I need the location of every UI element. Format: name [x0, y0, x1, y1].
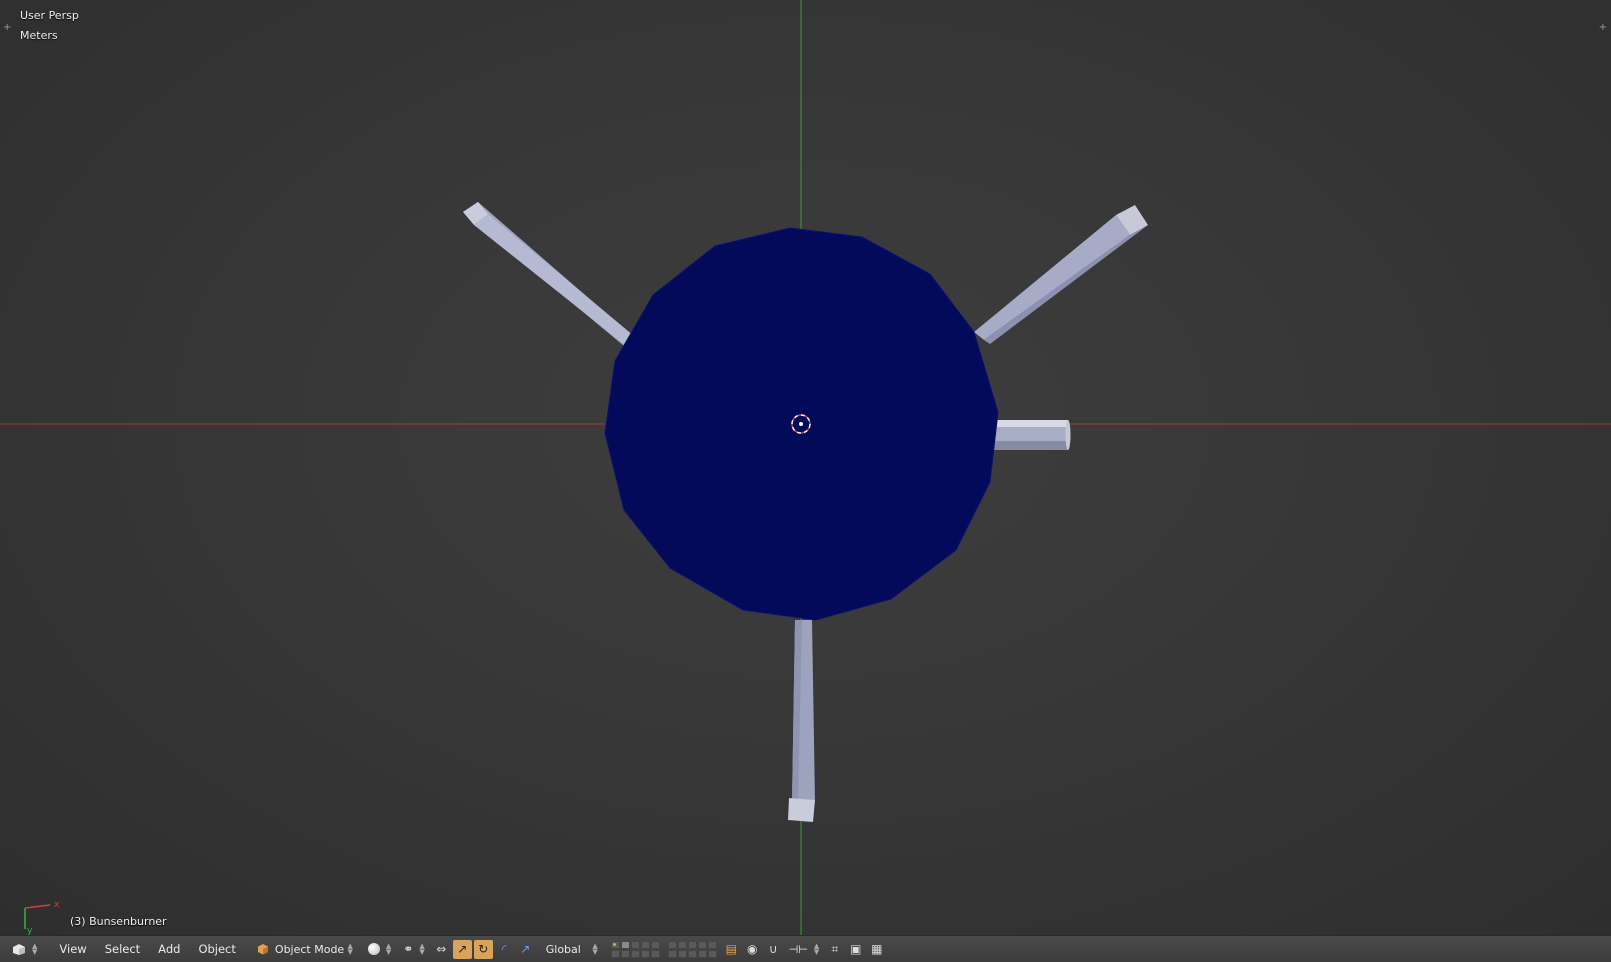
units-label: Meters — [20, 29, 58, 42]
viewport-header: ▲ ▼ View Select Add Object Object Mode ▲ ▼… — [0, 935, 1611, 962]
render-opengl-still-button[interactable]: ▣ — [846, 940, 865, 959]
snap-toggle-button[interactable]: ∪ — [764, 940, 783, 959]
proportional-edit-button[interactable]: ◉ — [743, 940, 762, 959]
object-cube-icon — [257, 944, 268, 955]
region-split-icon[interactable]: + — [3, 22, 11, 33]
menu-object[interactable]: Object — [189, 939, 244, 959]
region-split-icon[interactable]: + — [1599, 22, 1607, 33]
chevron-updown-icon: ▲ ▼ — [813, 942, 820, 956]
rotate-arc-icon: ↻ — [478, 942, 489, 956]
chevron-updown-icon: ▲ ▼ — [385, 942, 392, 956]
layers-group-1[interactable] — [610, 940, 660, 958]
camera-icon: ▣ — [850, 942, 862, 956]
clapperboard-icon: ▦ — [871, 942, 883, 956]
layers-group-2[interactable] — [667, 940, 717, 958]
mode-selector[interactable]: Object Mode ▲ ▼ — [251, 939, 359, 959]
scale-arrow-icon: ↗ — [520, 942, 531, 956]
scale-manipulator-button[interactable]: ◜ — [495, 940, 514, 959]
scene-canvas[interactable]: x y — [0, 0, 1611, 935]
axis-gizmo-x-label: x — [54, 900, 60, 910]
magnet-icon: ∪ — [768, 942, 778, 956]
pivot-point-icon: ⚭ — [403, 942, 414, 956]
layer-lock-button[interactable]: ▤ — [722, 940, 741, 959]
snap-target-icon: ⌗ — [831, 941, 839, 956]
chevron-updown-icon: ▲ ▼ — [347, 942, 353, 956]
solid-shading-icon — [367, 943, 380, 955]
translate-arrow-icon: ↗ — [457, 942, 468, 956]
layer-lock-icon: ▤ — [725, 942, 737, 956]
snap-increment-icon: ⊣⊢ — [788, 942, 808, 956]
leg-right — [990, 420, 1071, 450]
render-opengl-animation-button[interactable]: ▦ — [867, 940, 886, 959]
proportional-edit-icon: ◉ — [747, 942, 758, 956]
menu-add[interactable]: Add — [149, 939, 189, 959]
translate-manipulator-button[interactable]: ↗ — [452, 939, 472, 959]
menu-select[interactable]: Select — [96, 939, 149, 959]
chevron-updown-icon: ▲ ▼ — [419, 942, 425, 956]
viewport-shading-selector[interactable]: ▲ ▼ — [365, 939, 394, 959]
chevron-updown-icon: ▲ ▼ — [32, 942, 38, 956]
leg-top-left — [463, 202, 634, 346]
transform-orientation-label: Global — [545, 942, 581, 956]
3d-viewport[interactable]: x y User Persp Meters (3) Bunsenburner +… — [0, 0, 1611, 935]
snap-target-button[interactable]: ⌗ — [825, 940, 844, 959]
view-name-label: User Persp — [20, 9, 79, 22]
3d-view-icon — [13, 943, 25, 955]
pivot-point-selector[interactable]: ⚭ ▲ ▼ — [400, 939, 427, 959]
axis-gizmo: x y — [24, 900, 60, 935]
transform-orientation-selector[interactable]: Global ▲ ▼ — [540, 939, 604, 959]
scale-arc-icon: ◜ — [501, 942, 507, 956]
rotate-manipulator-button[interactable]: ↻ — [473, 939, 493, 959]
active-object-label: (3) Bunsenburner — [70, 915, 167, 928]
menu-view[interactable]: View — [50, 939, 95, 959]
scale-arrow-button[interactable]: ↗ — [516, 940, 535, 959]
editor-type-selector[interactable]: ▲ ▼ — [8, 939, 41, 959]
snap-element-selector[interactable]: ⊣⊢ ▲ ▼ — [787, 939, 822, 959]
leg-bottom — [788, 620, 815, 822]
axis-gizmo-y-label: y — [27, 926, 33, 935]
manipulator-icon: ⇔ — [436, 942, 447, 956]
chevron-updown-icon: ▲ ▼ — [592, 942, 598, 956]
manipulator-toggle-button[interactable]: ⇔ — [432, 940, 451, 959]
leg-top-right — [974, 205, 1148, 344]
mode-label: Object Mode — [274, 942, 345, 956]
